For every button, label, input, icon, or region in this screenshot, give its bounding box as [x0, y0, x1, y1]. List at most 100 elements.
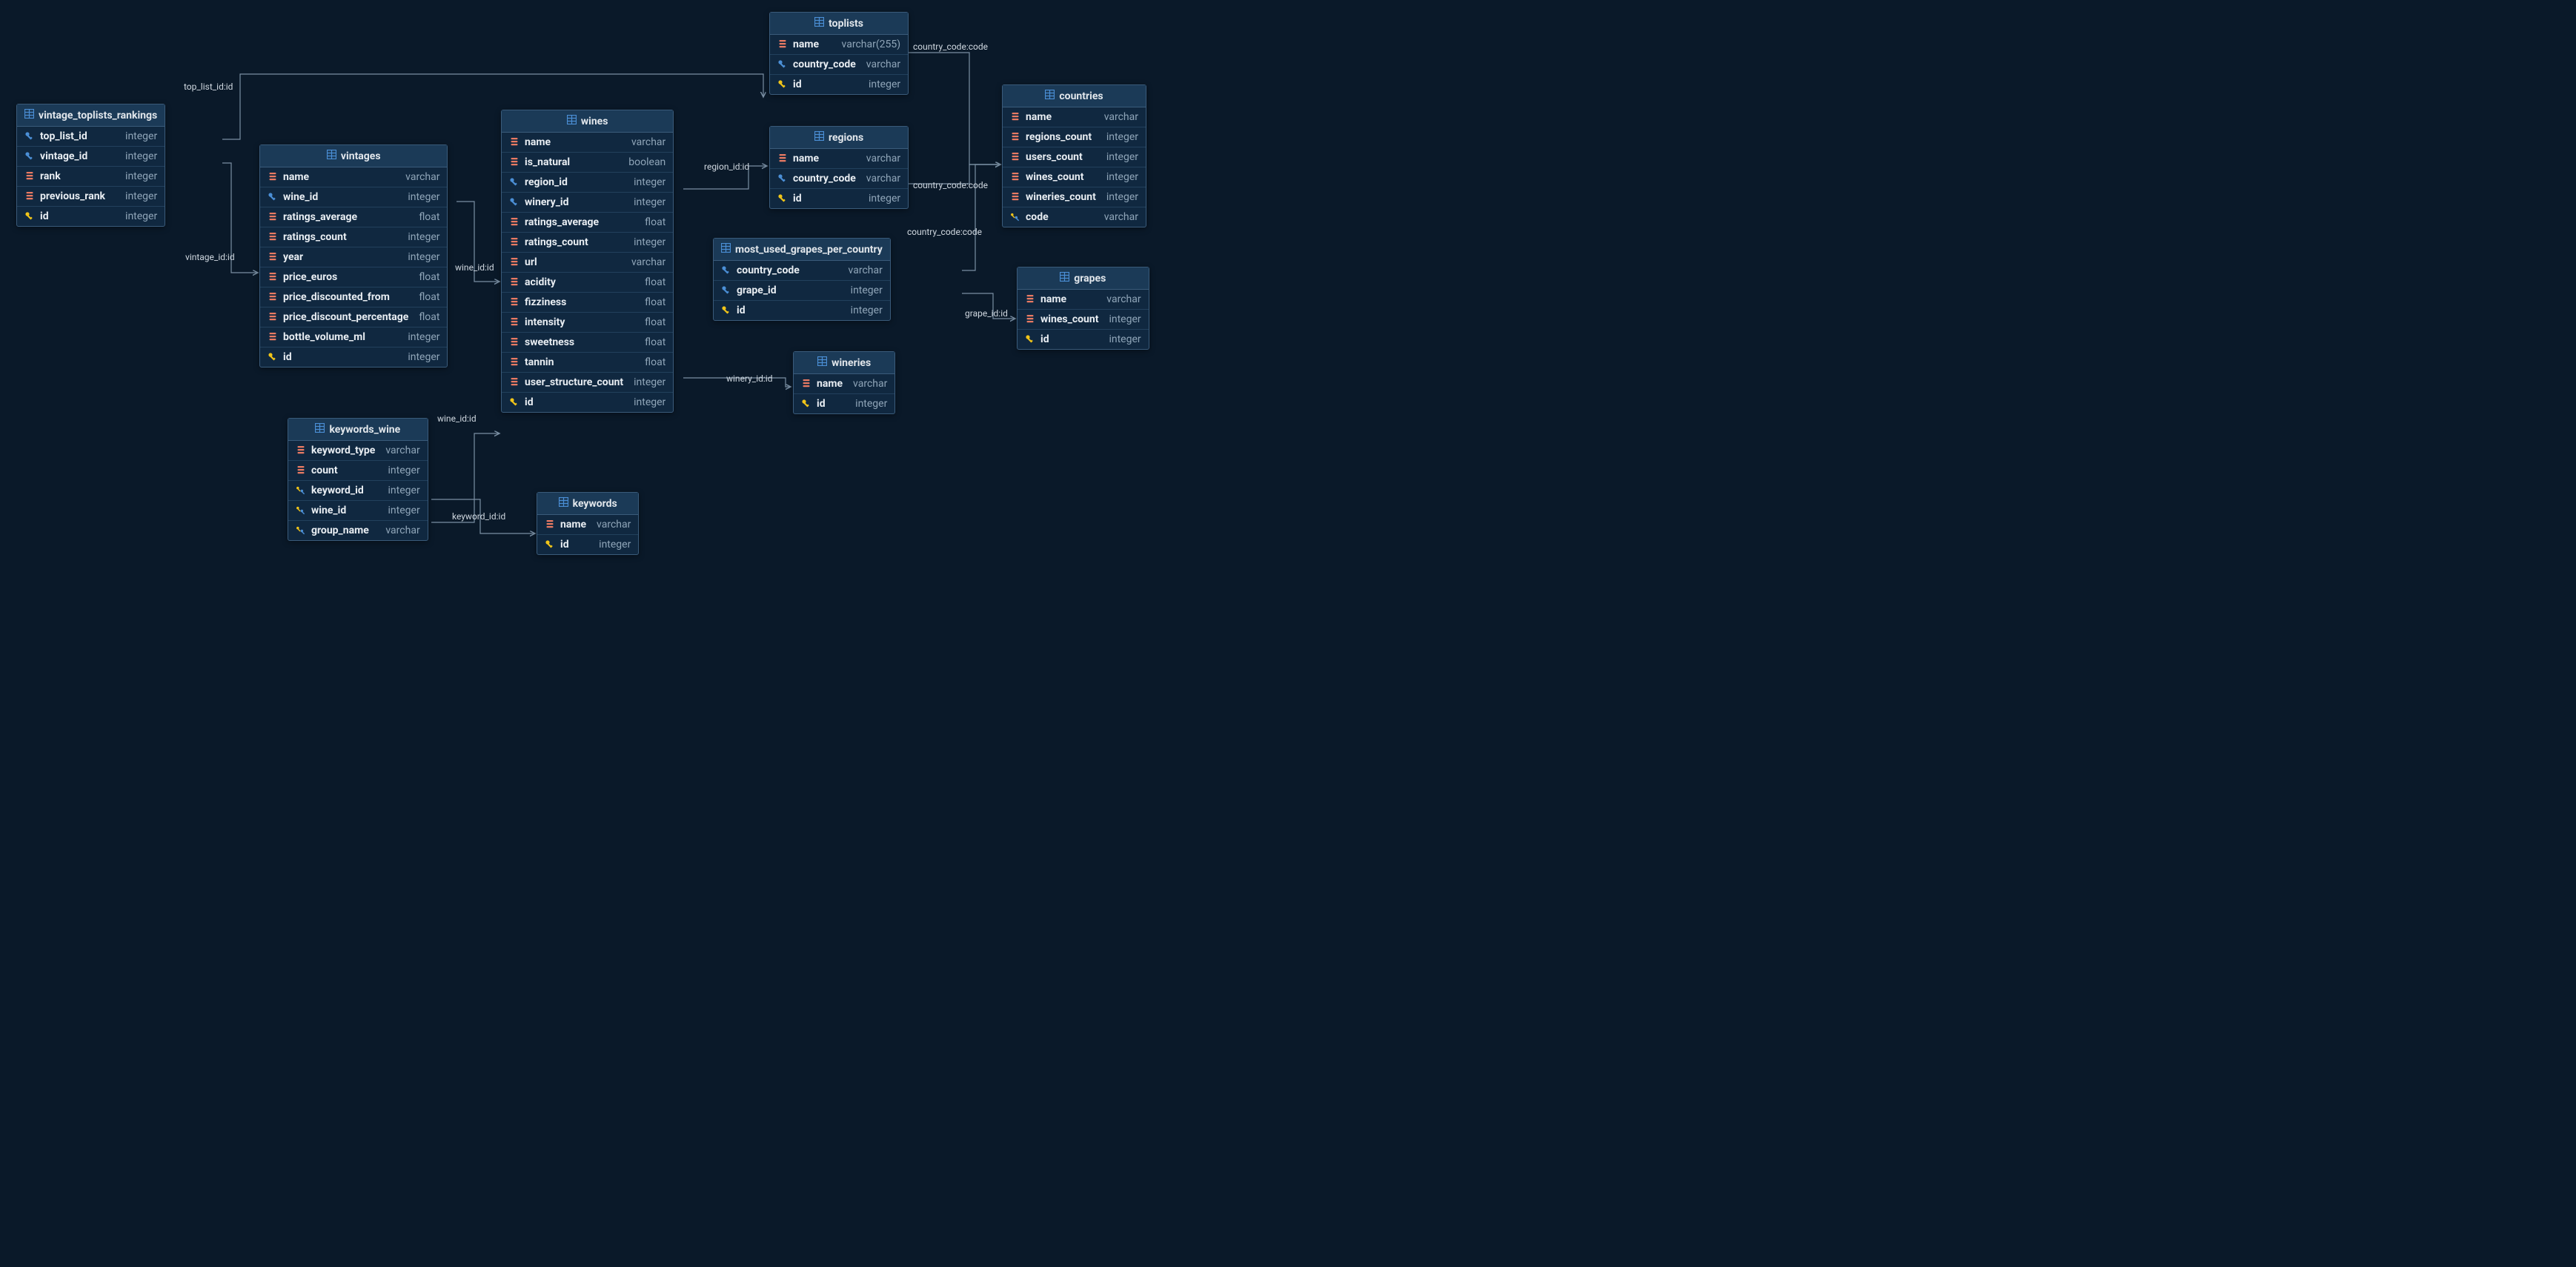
- table-vintage-toplists-rankings[interactable]: vintage_toplists_rankingstop_list_idinte…: [16, 104, 165, 227]
- table-toplists[interactable]: toplists namevarchar(255)country_codevarc…: [769, 12, 909, 95]
- table-grapes[interactable]: grapesnamevarcharwines_countintegeridint…: [1017, 267, 1149, 350]
- table-header: keywords: [537, 493, 638, 515]
- column-row[interactable]: price_discounted_fromfloat: [260, 287, 447, 307]
- column-type: integer: [408, 351, 439, 363]
- column-row[interactable]: tanninfloat: [502, 353, 673, 373]
- column-row[interactable]: namevarchar(255): [770, 35, 908, 55]
- column-type: integer: [408, 331, 439, 343]
- column-icon: [268, 232, 278, 242]
- column-row[interactable]: namevarchar: [770, 149, 908, 169]
- column-row[interactable]: idinteger: [260, 347, 447, 367]
- column-row[interactable]: price_eurosfloat: [260, 267, 447, 287]
- column-row[interactable]: winery_idinteger: [502, 193, 673, 213]
- column-row[interactable]: users_countinteger: [1003, 147, 1146, 167]
- column-icon: [509, 277, 519, 287]
- column-row[interactable]: ratings_averagefloat: [502, 213, 673, 233]
- column-row[interactable]: namevarchar: [502, 133, 673, 153]
- column-row[interactable]: namevarchar: [260, 167, 447, 187]
- column-row[interactable]: namevarchar: [1018, 290, 1149, 310]
- column-row[interactable]: grape_idinteger: [714, 281, 890, 301]
- column-row[interactable]: idinteger: [770, 75, 908, 94]
- relation-label: top_list_id:id: [184, 82, 233, 92]
- column-row[interactable]: urlvarchar: [502, 253, 673, 273]
- column-row[interactable]: keyword_idinteger: [288, 481, 428, 501]
- column-row[interactable]: country_codevarchar: [770, 55, 908, 75]
- column-icon: [24, 171, 35, 182]
- column-row[interactable]: namevarchar: [1003, 107, 1146, 127]
- column-row[interactable]: wineries_countinteger: [1003, 187, 1146, 207]
- column-name: name: [560, 519, 586, 531]
- column-row[interactable]: rankinteger: [17, 167, 165, 187]
- column-type: varchar: [1106, 293, 1141, 305]
- primary-key-icon: [268, 352, 278, 362]
- erd-canvas[interactable]: top_list_id:id vintage_id:id wine_id:id …: [0, 0, 1166, 573]
- column-row[interactable]: group_namevarchar: [288, 521, 428, 540]
- column-row[interactable]: ratings_averagefloat: [260, 207, 447, 227]
- table-countries[interactable]: countriesnamevarcharregions_countinteger…: [1002, 84, 1146, 227]
- column-row[interactable]: namevarchar: [794, 374, 894, 394]
- column-name: user_structure_count: [525, 376, 623, 388]
- table-regions[interactable]: regionsnamevarcharcountry_codevarcharidi…: [769, 126, 909, 209]
- table-wines[interactable]: winesnamevarcharis_naturalbooleanregion_…: [501, 110, 674, 413]
- table-title: toplists: [829, 18, 863, 30]
- column-icon: [268, 312, 278, 322]
- column-row[interactable]: countinteger: [288, 461, 428, 481]
- column-name: id: [793, 79, 802, 90]
- table-header: regions: [770, 127, 908, 149]
- column-row[interactable]: idinteger: [17, 207, 165, 226]
- column-row[interactable]: country_codevarchar: [714, 261, 890, 281]
- composite-key-icon: [1010, 212, 1020, 222]
- column-name: bottle_volume_ml: [283, 331, 365, 343]
- column-row[interactable]: idinteger: [714, 301, 890, 320]
- column-type: integer: [599, 539, 631, 551]
- column-name: vintage_id: [40, 150, 87, 162]
- table-title: most_used_grapes_per_country: [735, 244, 883, 256]
- column-row[interactable]: wine_idinteger: [288, 501, 428, 521]
- column-name: group_name: [311, 525, 369, 536]
- column-row[interactable]: ratings_countinteger: [502, 233, 673, 253]
- table-keywords[interactable]: keywordsnamevarcharidinteger: [537, 492, 639, 555]
- column-row[interactable]: wines_countinteger: [1018, 310, 1149, 330]
- column-row[interactable]: idinteger: [1018, 330, 1149, 349]
- column-row[interactable]: namevarchar: [537, 515, 638, 535]
- column-name: ratings_average: [283, 211, 357, 223]
- table-icon: [1060, 272, 1069, 285]
- table-keywords-wine[interactable]: keywords_winekeyword_typevarcharcountint…: [288, 418, 428, 541]
- column-row[interactable]: previous_rankinteger: [17, 187, 165, 207]
- column-row[interactable]: ratings_countinteger: [260, 227, 447, 247]
- column-row[interactable]: sweetnessfloat: [502, 333, 673, 353]
- column-row[interactable]: wine_idinteger: [260, 187, 447, 207]
- column-name: price_discounted_from: [283, 291, 390, 303]
- column-row[interactable]: region_idinteger: [502, 173, 673, 193]
- column-row[interactable]: country_codevarchar: [770, 169, 908, 189]
- table-icon: [24, 109, 34, 122]
- table-icon: [814, 17, 824, 30]
- column-row[interactable]: intensityfloat: [502, 313, 673, 333]
- column-row[interactable]: acidityfloat: [502, 273, 673, 293]
- column-row[interactable]: is_naturalboolean: [502, 153, 673, 173]
- column-name: name: [525, 136, 551, 148]
- column-row[interactable]: user_structure_countinteger: [502, 373, 673, 393]
- column-row[interactable]: idinteger: [537, 535, 638, 554]
- column-row[interactable]: bottle_volume_ml integer: [260, 327, 447, 347]
- column-row[interactable]: idinteger: [794, 394, 894, 413]
- column-row[interactable]: regions_countinteger: [1003, 127, 1146, 147]
- column-icon: [1010, 172, 1020, 182]
- column-row[interactable]: top_list_idinteger: [17, 127, 165, 147]
- column-row[interactable]: idinteger: [502, 393, 673, 412]
- column-type: boolean: [628, 156, 665, 168]
- column-row[interactable]: fizzinessfloat: [502, 293, 673, 313]
- column-name: name: [283, 171, 309, 183]
- foreign-key-icon: [777, 173, 788, 184]
- column-row[interactable]: codevarchar: [1003, 207, 1146, 227]
- column-row[interactable]: vintage_idinteger: [17, 147, 165, 167]
- column-row[interactable]: idinteger: [770, 189, 908, 208]
- table-vintages[interactable]: vintagesnamevarcharwine_idintegerratings…: [259, 144, 448, 368]
- column-row[interactable]: wines_countinteger: [1003, 167, 1146, 187]
- column-row[interactable]: keyword_typevarchar: [288, 441, 428, 461]
- table-most-used-grapes-per-country[interactable]: most_used_grapes_per_country country_code…: [713, 238, 891, 321]
- column-name: ratings_average: [525, 216, 599, 228]
- table-wineries[interactable]: wineriesnamevarcharidinteger: [793, 351, 895, 414]
- column-row[interactable]: yearinteger: [260, 247, 447, 267]
- column-row[interactable]: price_discount_percentagefloat: [260, 307, 447, 327]
